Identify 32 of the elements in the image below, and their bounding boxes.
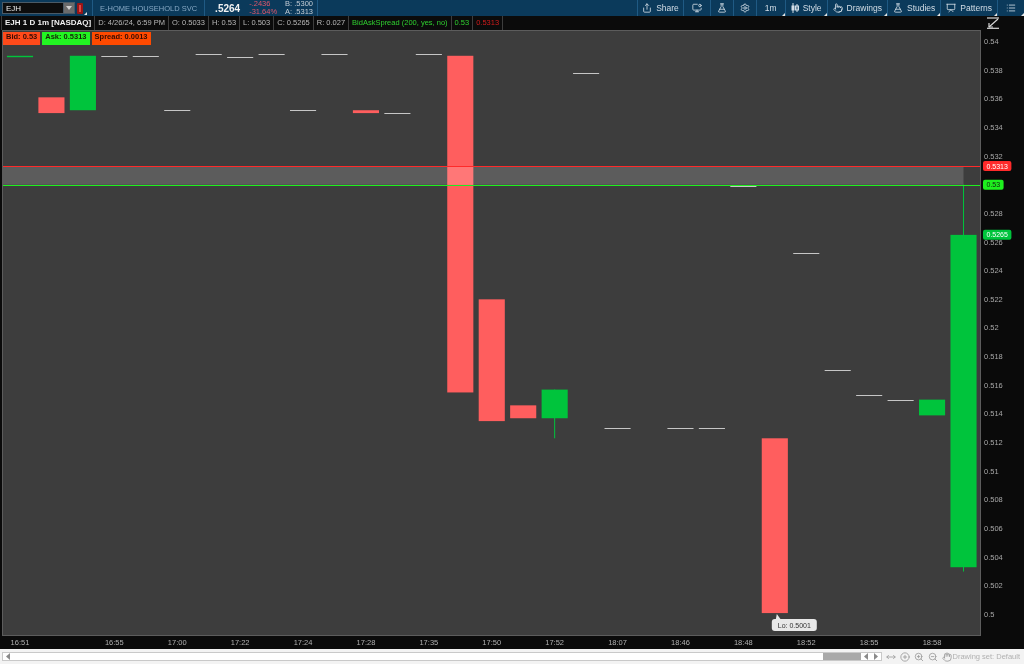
candles-icon bbox=[790, 3, 799, 13]
marker-icon[interactable] bbox=[77, 2, 83, 14]
chart-board-icon bbox=[946, 3, 957, 13]
corner-triangle-icon bbox=[84, 12, 87, 15]
zoom-in-icon[interactable] bbox=[914, 651, 924, 662]
right-arrow-icon[interactable] bbox=[873, 653, 879, 660]
hand-icon[interactable] bbox=[942, 651, 952, 662]
circle-plus-icon[interactable] bbox=[900, 651, 910, 662]
monitor-icon bbox=[691, 3, 702, 13]
scrollbar-thumb[interactable] bbox=[823, 653, 861, 660]
chart-title: EJH 1 D 1m [NASDAQ] bbox=[1, 16, 96, 30]
corner-triangle-icon bbox=[1021, 13, 1024, 16]
corner-triangle-icon bbox=[937, 13, 941, 16]
symbol-field[interactable]: EJH bbox=[2, 2, 63, 14]
zoom-out-icon[interactable] bbox=[928, 651, 938, 662]
dropdown-button[interactable] bbox=[63, 2, 75, 14]
left-arrow-icon[interactable] bbox=[863, 653, 869, 660]
corner-triangle-icon bbox=[781, 13, 785, 16]
scrollbar[interactable] bbox=[2, 652, 882, 661]
corner-triangle-icon bbox=[884, 13, 887, 16]
flask-icon bbox=[893, 3, 903, 13]
caret-icon bbox=[66, 6, 72, 10]
menu-icon bbox=[1006, 3, 1016, 13]
pointer-hand-icon bbox=[832, 3, 843, 13]
corner-triangle-icon bbox=[994, 13, 997, 16]
left-arrow-icon[interactable] bbox=[5, 653, 11, 660]
settings-icon bbox=[739, 3, 750, 13]
share-icon bbox=[642, 3, 653, 13]
flask-icon bbox=[716, 3, 727, 13]
diagonal-arrow-icon[interactable] bbox=[986, 17, 1001, 29]
last-price: .5264 bbox=[215, 2, 241, 14]
corner-triangle-icon bbox=[823, 13, 827, 16]
